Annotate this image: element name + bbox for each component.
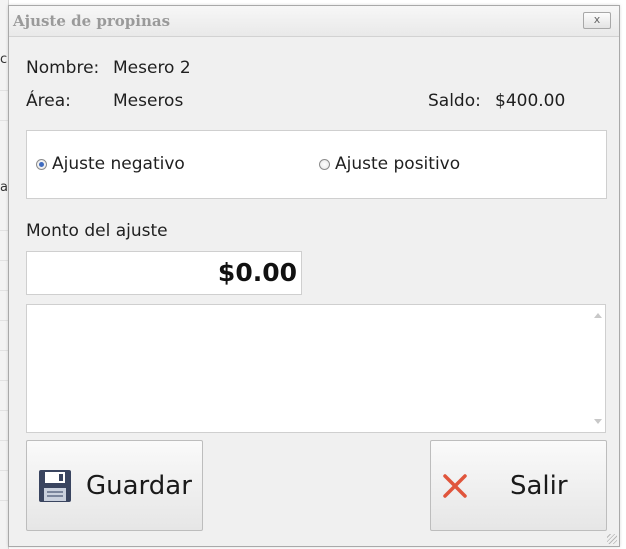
background-divider: [0, 320, 8, 321]
background-divider: [0, 380, 8, 381]
area-label: Área:: [26, 91, 71, 111]
tip-adjustment-dialog: Ajuste de propinas x Nombre: Mesero 2 Ár…: [8, 5, 620, 547]
exit-button-label: Salir: [510, 470, 568, 501]
dialog-titlebar[interactable]: Ajuste de propinas x: [9, 6, 619, 37]
save-button-label: Guardar: [86, 470, 192, 501]
scroll-up-icon[interactable]: [594, 313, 602, 318]
balance-value: $400.00: [495, 91, 566, 111]
background-divider: [0, 230, 8, 231]
name-label: Nombre:: [26, 58, 100, 78]
balance-label: Saldo:: [428, 91, 481, 111]
radio-negative-label: Ajuste negativo: [52, 154, 185, 174]
close-x-icon: [441, 472, 469, 500]
background-text-fragment: a: [0, 180, 8, 195]
save-button[interactable]: Guardar: [26, 440, 203, 531]
floppy-disk-icon: [38, 469, 72, 503]
radio-negative-adjustment[interactable]: Ajuste negativo: [36, 154, 185, 174]
name-value: Mesero 2: [113, 58, 191, 78]
background-divider: [0, 500, 8, 501]
notes-scrollbar[interactable]: [591, 305, 605, 432]
background-divider: [0, 470, 8, 471]
close-button[interactable]: x: [583, 12, 611, 29]
exit-button[interactable]: Salir: [430, 440, 607, 531]
radio-unselected-icon: [319, 158, 330, 170]
background-divider: [0, 260, 8, 261]
notes-textarea[interactable]: [26, 304, 606, 433]
radio-selected-icon: [36, 158, 47, 170]
dialog-title: Ajuste de propinas: [13, 12, 171, 30]
scroll-down-icon[interactable]: [594, 419, 602, 424]
background-divider: [0, 120, 8, 121]
amount-input[interactable]: $0.00: [26, 251, 302, 295]
amount-label: Monto del ajuste: [26, 221, 168, 241]
radio-positive-adjustment[interactable]: Ajuste positivo: [319, 154, 460, 174]
background-divider: [0, 350, 8, 351]
adjustment-type-panel: Ajuste negativo Ajuste positivo: [26, 130, 607, 199]
background-divider: [0, 290, 8, 291]
radio-positive-label: Ajuste positivo: [335, 154, 461, 174]
background-text-fragment: c: [0, 52, 8, 67]
close-icon: x: [593, 13, 601, 26]
background-divider: [0, 410, 8, 411]
resize-grip[interactable]: [607, 534, 617, 544]
background-divider: [0, 440, 8, 441]
area-value: Meseros: [113, 91, 184, 111]
background-divider: [0, 90, 8, 91]
